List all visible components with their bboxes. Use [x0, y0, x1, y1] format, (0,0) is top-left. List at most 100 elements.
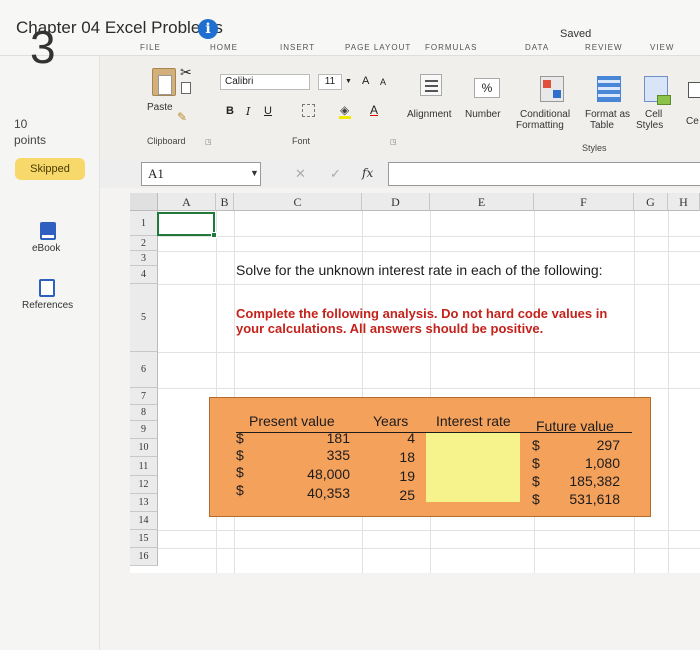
references-link[interactable]: References: [22, 300, 73, 311]
copy-icon[interactable]: [181, 82, 191, 94]
font-launcher-icon[interactable]: ◳: [390, 138, 397, 146]
font-size-select[interactable]: 11: [318, 74, 342, 90]
italic-button[interactable]: I: [246, 105, 250, 118]
ebook-icon[interactable]: [40, 222, 56, 240]
future-value-cell[interactable]: 185,382: [555, 473, 620, 489]
ebook-link[interactable]: eBook: [32, 243, 60, 254]
row-header[interactable]: 13: [130, 494, 158, 512]
row-header[interactable]: 12: [130, 476, 158, 494]
shrink-font-button[interactable]: A: [380, 77, 386, 87]
paste-button[interactable]: Paste: [147, 102, 173, 113]
row-header[interactable]: 6: [130, 352, 158, 388]
present-value-cell[interactable]: 335: [290, 447, 350, 463]
alignment-icon[interactable]: [420, 74, 442, 96]
grid-line: [158, 284, 700, 285]
cell-styles-button[interactable]: Cell Styles: [636, 109, 663, 131]
number-format-icon[interactable]: %: [474, 78, 500, 98]
present-value-cell[interactable]: 48,000: [290, 466, 350, 482]
insert-function-icon[interactable]: fx: [362, 166, 373, 180]
cell-styles-line-1: Cell: [645, 109, 663, 120]
column-header-c[interactable]: C: [234, 193, 362, 211]
ribbon-tabs: FILE HOME INSERT PAGE LAYOUT FORMULAS DA…: [140, 43, 700, 53]
row-header[interactable]: 14: [130, 512, 158, 530]
row-header[interactable]: 8: [130, 405, 158, 421]
currency-symbol: $: [236, 430, 244, 446]
name-box[interactable]: A1: [141, 162, 261, 186]
grid-line: [158, 548, 700, 549]
cell-styles-icon[interactable]: [644, 76, 671, 105]
currency-symbol: $: [532, 437, 540, 453]
tab-file[interactable]: FILE: [140, 43, 161, 52]
tab-page-layout[interactable]: PAGE LAYOUT: [345, 43, 411, 52]
future-value-cell[interactable]: 1,080: [555, 455, 620, 471]
future-value-cell[interactable]: 531,618: [555, 491, 620, 507]
select-all-corner[interactable]: [130, 193, 158, 211]
points-value: 10: [14, 117, 28, 131]
cut-icon[interactable]: ✂: [180, 64, 192, 81]
paste-icon[interactable]: [152, 68, 176, 96]
row-header[interactable]: 16: [130, 548, 158, 566]
enter-icon[interactable]: ✓: [330, 166, 341, 182]
info-icon[interactable]: i: [198, 19, 218, 39]
borders-icon[interactable]: [302, 104, 315, 117]
column-header-e[interactable]: E: [430, 193, 534, 211]
column-header-d[interactable]: D: [362, 193, 430, 211]
present-value-cell[interactable]: 40,353: [290, 485, 350, 501]
years-cell[interactable]: 25: [380, 487, 415, 503]
format-painter-icon[interactable]: ✎: [177, 110, 187, 124]
row-header[interactable]: 3: [130, 251, 158, 266]
references-icon[interactable]: [39, 279, 55, 297]
fill-color-icon[interactable]: ◈: [340, 103, 349, 117]
formula-input[interactable]: [388, 162, 700, 186]
row-header[interactable]: 5: [130, 284, 158, 352]
tab-view[interactable]: VIEW: [650, 43, 674, 52]
conditional-formatting-icon[interactable]: [540, 76, 564, 102]
row-header[interactable]: 4: [130, 266, 158, 284]
tab-home[interactable]: HOME: [210, 43, 238, 52]
chevron-down-icon[interactable]: ▼: [250, 168, 259, 178]
row-header[interactable]: 11: [130, 457, 158, 476]
row-header[interactable]: 10: [130, 439, 158, 457]
fill-handle[interactable]: [211, 232, 217, 238]
column-header-a[interactable]: A: [158, 193, 216, 211]
tab-formulas[interactable]: FORMULAS: [425, 43, 477, 52]
bold-button[interactable]: B: [226, 105, 234, 117]
row-header[interactable]: 15: [130, 530, 158, 548]
number-button[interactable]: Number: [465, 109, 501, 120]
future-value-cell[interactable]: 297: [555, 437, 620, 453]
currency-symbol: $: [532, 491, 540, 507]
present-value-cell[interactable]: 181: [290, 430, 350, 446]
conditional-formatting-button[interactable]: Conditional Formatting: [516, 109, 570, 131]
cells-button[interactable]: Ce: [686, 116, 699, 127]
format-as-table-button[interactable]: Format as Table: [585, 109, 630, 131]
row-header[interactable]: 9: [130, 421, 158, 439]
font-name-select[interactable]: Calibri: [220, 74, 310, 90]
column-header-f[interactable]: F: [534, 193, 634, 211]
cancel-icon[interactable]: ✕: [295, 166, 306, 182]
tab-review[interactable]: REVIEW: [585, 43, 623, 52]
grow-font-button[interactable]: A: [362, 75, 369, 87]
years-cell[interactable]: 19: [380, 468, 415, 484]
tab-data[interactable]: DATA: [525, 43, 549, 52]
years-cell[interactable]: 4: [380, 430, 415, 446]
cells-icon[interactable]: [688, 82, 700, 98]
row-header[interactable]: 7: [130, 388, 158, 405]
clipboard-launcher-icon[interactable]: ◳: [205, 138, 212, 146]
font-color-button[interactable]: A: [370, 103, 378, 117]
chevron-down-icon[interactable]: ▼: [345, 78, 352, 85]
underline-button[interactable]: U: [264, 105, 272, 117]
row-header[interactable]: 2: [130, 236, 158, 251]
selected-cell-a1[interactable]: [157, 212, 215, 236]
interest-rate-answer-cells[interactable]: [426, 433, 520, 502]
tab-insert[interactable]: INSERT: [280, 43, 315, 52]
row-header[interactable]: 1: [130, 211, 158, 236]
header-interest-rate: Interest rate: [436, 413, 511, 429]
years-cell[interactable]: 18: [380, 449, 415, 465]
alignment-button[interactable]: Alignment: [407, 109, 451, 120]
clipboard-group-label: Clipboard: [147, 136, 186, 146]
column-header-g[interactable]: G: [634, 193, 668, 211]
format-as-table-icon[interactable]: [597, 76, 621, 102]
column-header-h[interactable]: H: [668, 193, 700, 211]
grid-line: [158, 251, 700, 252]
column-header-b[interactable]: B: [216, 193, 234, 211]
